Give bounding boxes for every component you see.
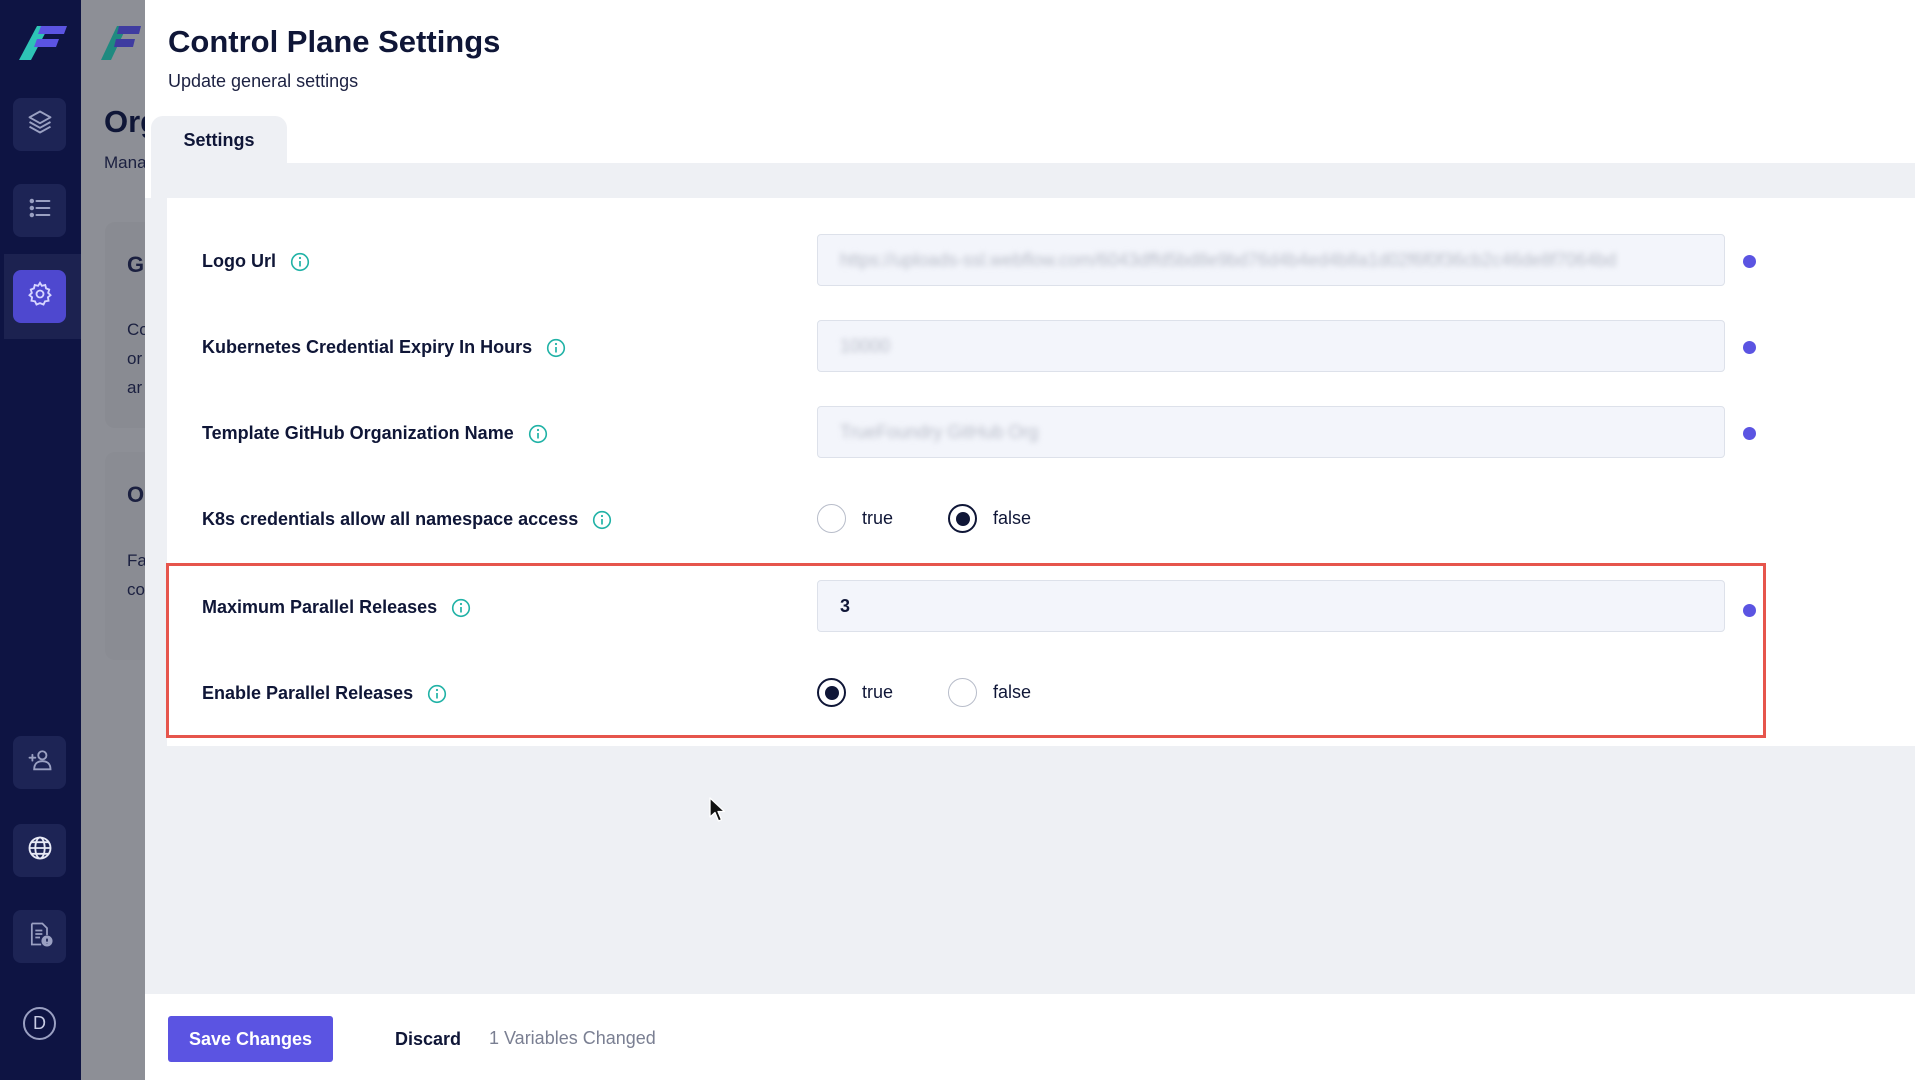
- discard-button[interactable]: Discard: [368, 1016, 488, 1062]
- radio-label: true: [862, 508, 894, 528]
- background-card-text: or: [127, 349, 143, 368]
- page-title: Control Plane Settings: [168, 24, 501, 59]
- setting-row-namespace-access: K8s credentials allow all namespace acce…: [167, 492, 1915, 552]
- nav-rail: D: [0, 0, 81, 1080]
- background-page: Org Mana G Co or ar O Fa co: [81, 0, 145, 1080]
- namespace-access-true-radio[interactable]: true: [817, 504, 893, 533]
- nav-list-button[interactable]: [13, 184, 66, 237]
- page-subtitle: Update general settings: [168, 71, 359, 91]
- background-logo: [101, 26, 141, 60]
- info-icon[interactable]: [290, 252, 310, 272]
- background-subtitle: Mana: [104, 153, 145, 172]
- setting-row-template-org: Template GitHub Organization Name TrueFo…: [167, 406, 1915, 466]
- background-card-text: Fa: [127, 551, 145, 570]
- info-icon[interactable]: [592, 510, 612, 530]
- background-card-text: Co: [127, 320, 145, 339]
- radio-label: false: [993, 508, 1032, 528]
- setting-label: K8s credentials allow all namespace acce…: [202, 509, 612, 530]
- modified-indicator-dot: [1743, 255, 1756, 268]
- modified-indicator-dot: [1743, 427, 1756, 440]
- radio-circle[interactable]: [817, 504, 846, 533]
- setting-label-text: K8s credentials allow all namespace acce…: [202, 509, 579, 529]
- save-changes-button[interactable]: Save Changes: [168, 1016, 333, 1062]
- document-alert-icon: [26, 920, 54, 953]
- namespace-access-false-radio[interactable]: false: [948, 504, 1031, 533]
- mouse-pointer-icon: [709, 797, 726, 822]
- panel-empty-area: [145, 746, 1915, 994]
- panel-gutter: [145, 198, 167, 746]
- changes-count-text: 1 Variables Changed: [489, 1028, 656, 1048]
- modified-indicator-dot: [1743, 341, 1756, 354]
- app-logo[interactable]: [19, 26, 67, 60]
- k8s-expiry-value: 10000: [840, 335, 891, 356]
- highlight-box: [166, 563, 1766, 738]
- setting-row-logo-url: Logo Url https://uploads-ssl.webflow.com…: [167, 234, 1915, 294]
- tab-settings[interactable]: Settings: [151, 116, 287, 164]
- setting-label-text: Kubernetes Credential Expiry In Hours: [202, 337, 533, 357]
- globe-icon: [26, 834, 54, 867]
- settings-icon: [26, 280, 54, 313]
- layers-icon: [26, 108, 54, 141]
- nav-settings-button[interactable]: [13, 270, 66, 323]
- info-icon[interactable]: [528, 424, 548, 444]
- info-icon[interactable]: [546, 338, 566, 358]
- k8s-expiry-input[interactable]: 10000: [817, 320, 1725, 372]
- template-org-value: TrueFoundry GitHub Org: [840, 421, 1039, 442]
- logo-url-value: https://uploads-ssl.webflow.com/6043dffd…: [840, 249, 1617, 270]
- setting-label: Logo Url: [202, 251, 310, 272]
- setting-label-text: Template GitHub Organization Name: [202, 423, 514, 443]
- background-card-heading: O: [127, 482, 145, 507]
- logo-url-input[interactable]: https://uploads-ssl.webflow.com/6043dffd…: [817, 234, 1725, 286]
- setting-label: Kubernetes Credential Expiry In Hours: [202, 337, 566, 358]
- add-user-icon: [26, 746, 54, 779]
- setting-row-k8s-expiry: Kubernetes Credential Expiry In Hours 10…: [167, 320, 1915, 380]
- namespace-access-radio-group: true false: [817, 504, 1086, 533]
- setting-label: Template GitHub Organization Name: [202, 423, 548, 444]
- template-org-input[interactable]: TrueFoundry GitHub Org: [817, 406, 1725, 458]
- tab-strip: [151, 163, 1915, 198]
- control-plane-settings-modal: Control Plane Settings Update general se…: [145, 0, 1915, 1080]
- user-avatar[interactable]: D: [23, 1007, 56, 1040]
- nav-globe-button[interactable]: [13, 824, 66, 877]
- background-title: Org: [104, 104, 145, 139]
- modal-footer: Save Changes Discard 1 Variables Changed: [145, 994, 1915, 1080]
- radio-circle-checked[interactable]: [948, 504, 978, 533]
- nav-add-user-button[interactable]: [13, 736, 66, 789]
- background-card-text: co: [127, 580, 145, 599]
- nav-layers-button[interactable]: [13, 98, 66, 151]
- background-card-heading: G: [127, 252, 145, 277]
- list-icon: [26, 194, 54, 227]
- setting-label-text: Logo Url: [202, 251, 276, 271]
- nav-docs-button[interactable]: [13, 910, 66, 963]
- background-card-text: ar: [127, 378, 143, 397]
